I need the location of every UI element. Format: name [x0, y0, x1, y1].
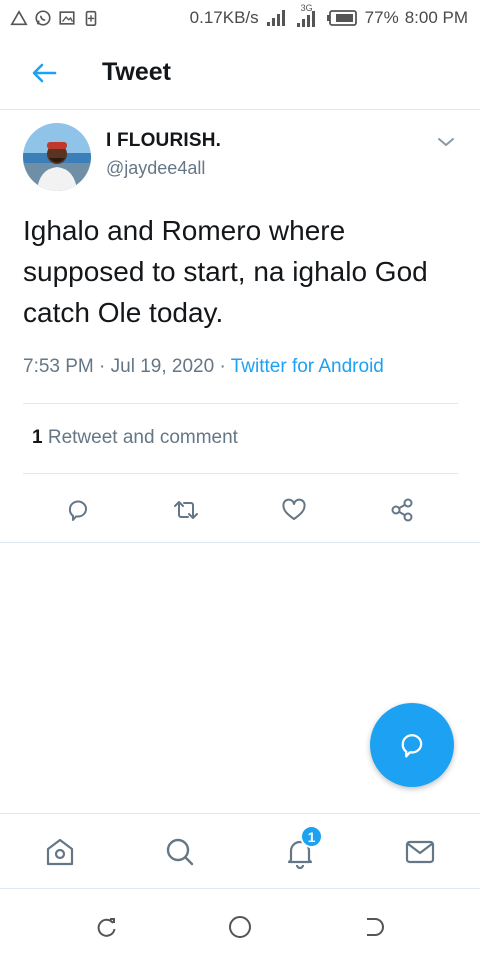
tweet-date: Jul 19, 2020 — [110, 356, 215, 377]
back-button[interactable] — [24, 53, 64, 93]
meta-separator: · — [99, 356, 106, 377]
tweet-actions — [0, 492, 480, 532]
avatar[interactable] — [23, 123, 91, 191]
notification-icons — [10, 9, 100, 27]
author-name[interactable]: I FLOURISH. — [106, 130, 221, 152]
tweet-author-row[interactable]: I FLOURISH. @jaydee4all — [0, 110, 480, 198]
image-icon — [59, 11, 75, 25]
share-button[interactable] — [384, 492, 420, 528]
chevron-down-icon — [438, 138, 454, 146]
status-bar: 0.17KB/s 3G 77% 8:00 PM — [0, 0, 480, 36]
network-speed: 0.17KB/s — [189, 8, 259, 27]
reply-icon — [401, 734, 423, 758]
retweet-icon — [174, 501, 198, 519]
notifications-badge: 1 — [300, 825, 323, 848]
search-icon — [166, 838, 194, 866]
whatsapp-icon — [35, 10, 51, 26]
compose-reply-button[interactable] — [370, 703, 454, 787]
system-status: 0.17KB/s 3G 77% 8:00 PM — [189, 3, 468, 29]
warning-icon — [10, 10, 28, 26]
signal-3g-icon: 3G — [295, 3, 321, 29]
like-button[interactable] — [276, 492, 312, 528]
author-handle[interactable]: @jaydee4all — [106, 158, 205, 179]
tweet-meta: 7:53 PM · Jul 19, 2020 · Twitter for And… — [23, 356, 384, 378]
nav-home[interactable] — [40, 832, 80, 872]
nav-search[interactable] — [160, 832, 200, 872]
signal-icon — [266, 10, 285, 26]
retweet-stats[interactable]: 1 Retweet and comment — [32, 427, 238, 449]
meta-separator: · — [219, 356, 226, 377]
back-system-icon — [367, 918, 384, 936]
divider — [23, 403, 458, 404]
messages-icon — [405, 840, 435, 864]
bottom-nav: 1 — [0, 813, 480, 889]
recent-apps-icon — [97, 918, 116, 937]
battery-saver-icon — [85, 10, 97, 27]
home-system-button[interactable] — [225, 912, 255, 942]
retweet-button[interactable] — [168, 492, 204, 528]
reply-icon — [68, 500, 87, 521]
back-system-button[interactable] — [358, 912, 388, 942]
retweet-count: 1 — [32, 427, 43, 448]
tweet-text: Ighalo and Romero where supposed to star… — [23, 215, 428, 328]
nav-messages[interactable] — [400, 832, 440, 872]
clock: 8:00 PM — [404, 8, 468, 27]
tweet-options-button[interactable] — [434, 130, 458, 154]
system-nav-bar — [0, 890, 480, 960]
app-header: Tweet — [0, 36, 480, 110]
tweet-source-link[interactable]: Twitter for Android — [231, 356, 384, 377]
tweet-detail: I FLOURISH. @jaydee4all Ighalo and Romer… — [0, 110, 480, 543]
share-icon — [391, 498, 413, 522]
divider — [0, 542, 480, 543]
retweet-label: Retweet and comment — [47, 427, 238, 448]
battery-icon — [326, 10, 357, 26]
like-icon — [282, 498, 306, 520]
reply-button[interactable] — [60, 492, 96, 528]
page-title: Tweet — [102, 58, 171, 86]
battery-percent: 77% — [364, 8, 399, 27]
tweet-time: 7:53 PM — [23, 356, 94, 377]
recent-apps-button[interactable] — [92, 912, 122, 942]
home-icon — [46, 838, 74, 866]
arrow-left-icon — [32, 63, 57, 82]
divider — [23, 473, 458, 474]
circle-home-icon — [229, 916, 251, 938]
